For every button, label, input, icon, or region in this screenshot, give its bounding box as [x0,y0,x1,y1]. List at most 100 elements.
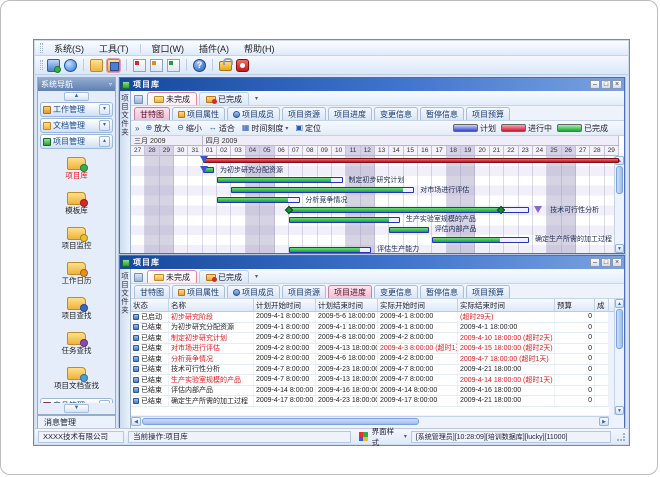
sidebar-item-template-library[interactable]: 模板库 [38,186,115,221]
gantt-task-bar-6[interactable] [289,217,400,223]
scroll-down-arrow-icon[interactable]: ▼ [615,244,624,253]
sidebar-section-document-management[interactable]: 文档管理▾ [40,118,113,133]
sidebar-section-work-management[interactable]: 工作管理▾ [40,102,113,117]
table-status-tab-finished[interactable]: 已完成 [199,270,249,283]
gantt-task-bar-5[interactable] [289,207,529,213]
fit-button[interactable]: ↔适合 [209,123,235,134]
menu-item-4[interactable]: 插件(A) [192,41,236,56]
gantt-window-titlebar[interactable]: 项目库 – □ × [120,78,624,91]
table-window-titlebar[interactable]: 项目库 – □ × [120,256,624,269]
sidebar-scroll-down-button[interactable]: ▼ [64,404,89,413]
globe-icon[interactable] [64,59,77,72]
menu-item-2[interactable]: 工具(T) [92,41,136,56]
expand-button[interactable]: ▾ [99,104,110,115]
column-header-budget[interactable]: 预算 [555,299,595,311]
sidebar-section-project-management[interactable]: 项目管理▴ [40,134,113,149]
gantt-summary-bar[interactable] [203,158,619,163]
column-header-plan-end[interactable]: 计划结束时间 [316,299,378,311]
table-tab-members[interactable]: 项目成员 [227,285,280,298]
overflow-chevron[interactable]: » [135,124,139,133]
table-tab-changes[interactable]: 变更信息 [374,285,418,298]
expand-button[interactable]: ▾ [99,400,110,403]
table-row[interactable]: 已结束为初步研究分配资源2009-4-1 8:00:002009-4-1 18:… [131,323,609,334]
gantt-vertical-scrollbar[interactable]: ▲ ▼ [614,156,624,253]
table-tab-budget[interactable]: 项目预算 [466,285,510,298]
gantt-tab-resources[interactable]: 项目资源 [282,107,326,120]
table-row[interactable]: 已结束分析竞争情况2009-4-2 8:00:002009-4-6 18:00:… [131,354,609,365]
collapse-button[interactable]: ▴ [99,136,110,147]
table-row[interactable]: 已结束制定初步研究计划2009-4-2 8:00:002009-4-8 18:0… [131,333,609,344]
scroll-left-arrow-icon[interactable]: ◀ [131,417,141,426]
sidebar-item-project-library[interactable]: 项目库 [38,151,115,186]
stop-icon[interactable] [236,59,249,72]
column-header-plan-start[interactable]: 计划开始时间 [254,299,316,311]
sidebar-item-task-search[interactable]: 任务查找 [38,326,115,361]
folder-icon[interactable] [90,59,103,72]
tabs-dropdown-icon[interactable]: ▾ [255,273,258,280]
gantt-status-tab-finished[interactable]: 已完成 [199,92,249,105]
sidebar-scroll-up-button[interactable]: ▲ [64,92,89,101]
column-header-actual-start[interactable]: 实际开始时间 [378,299,458,311]
gantt-task-bar-8[interactable] [432,237,529,243]
toolbar-grip[interactable] [40,60,43,70]
project-folder-side-tab[interactable]: 项目文件夹 [120,91,131,253]
gantt-tab-members[interactable]: 项目成员 [227,107,280,120]
computer-icon[interactable] [47,59,60,72]
table-tab-progress[interactable]: 项目进度 [328,285,372,298]
project-folder-side-tab[interactable]: 项目文件夹 [120,269,131,428]
sidebar-section-product-management[interactable]: 产品管理▾ [40,398,113,403]
table-row[interactable]: 已结束确定生产所需的加工过程2009-4-17 8:00:002009-4-23… [131,396,609,407]
pin-icon[interactable]: ▿ [109,81,112,88]
sidebar-item-project-search[interactable]: 项目查找 [38,291,115,326]
gantt-tab-gantt[interactable]: 甘特图 [134,107,170,120]
save-icon[interactable] [107,59,120,72]
table-status-tab-unfinished[interactable]: 未完成 [147,270,197,283]
interface-style-button[interactable]: 界面样式 ▾ [372,426,407,448]
menubar-grip[interactable] [40,43,43,53]
gantt-tab-changes[interactable]: 变更信息 [374,107,418,120]
table-tab-gantt[interactable]: 甘特图 [134,285,170,298]
resize-grip[interactable] [617,433,625,441]
gantt-tab-pause[interactable]: 暂停信息 [420,107,464,120]
zoom-in-button[interactable]: ⊕放大 [145,123,170,134]
expand-button[interactable]: ▾ [99,120,110,131]
gantt-task-bar-9[interactable] [289,247,372,253]
close-button[interactable]: × [612,258,622,267]
gantt-tab-properties[interactable]: 项目属性 [172,107,225,120]
gantt-tab-budget[interactable]: 项目预算 [466,107,510,120]
table-row[interactable]: 已结束评估内部产品2009-4-14 8:00:002009-4-16 18:0… [131,386,609,397]
scrollbar-thumb[interactable] [142,418,419,425]
lock-icon[interactable] [219,61,232,71]
scrollbar-thumb[interactable] [616,166,623,194]
menu-item-3[interactable]: 窗口(W) [145,41,192,56]
minimize-button[interactable]: – [590,80,600,89]
gantt-task-bar-4[interactable] [217,197,300,203]
menu-item-5[interactable]: 帮助(H) [237,41,282,56]
sidebar-item-work-calendar[interactable]: 工作日历 [38,256,115,291]
gantt-tab-progress[interactable]: 项目进度 [328,107,372,120]
time-scale-button[interactable]: ▦时间刻度▾ [242,123,289,134]
column-header-name[interactable]: 名称 [169,299,254,311]
column-header-status[interactable]: 状态 [131,299,169,311]
gantt-task-bar-2[interactable] [217,177,343,183]
restore-button[interactable]: □ [601,258,611,267]
gantt-status-tab-unfinished[interactable]: 未完成 [147,92,197,105]
table-row[interactable]: 已结束生产实验室规模的产品2009-4-7 8:00:002009-4-13 1… [131,375,609,386]
gantt-task-bar-3[interactable] [231,187,414,193]
table-tab-resources[interactable]: 项目资源 [282,285,326,298]
scrollbar-thumb[interactable] [616,309,623,349]
minimize-button[interactable]: – [590,258,600,267]
locate-button[interactable]: ▣定位 [295,123,321,134]
zoom-out-button[interactable]: ⊖缩小 [177,123,202,134]
sidebar-item-project-monitor[interactable]: 项目监控 [38,221,115,256]
table-row[interactable]: 已启动初步研究阶段2009-4-1 8:00:002009-5-6 18:00:… [131,312,609,323]
scroll-up-arrow-icon[interactable]: ▲ [615,299,624,308]
scroll-right-arrow-icon[interactable]: ▶ [599,417,609,426]
menu-item-1[interactable]: 系统(S) [47,41,91,56]
help-icon[interactable] [193,59,206,72]
table-tab-pause[interactable]: 暂停信息 [420,285,464,298]
gantt-task-bar-7[interactable] [389,227,428,233]
table-vertical-scrollbar[interactable]: ▲ ▼ [614,299,624,415]
message-management-tab[interactable]: 消息管理 [37,415,116,428]
table-row[interactable]: 已结束对市场进行评估2009-4-2 8:00:002009-4-13 18:0… [131,344,609,355]
